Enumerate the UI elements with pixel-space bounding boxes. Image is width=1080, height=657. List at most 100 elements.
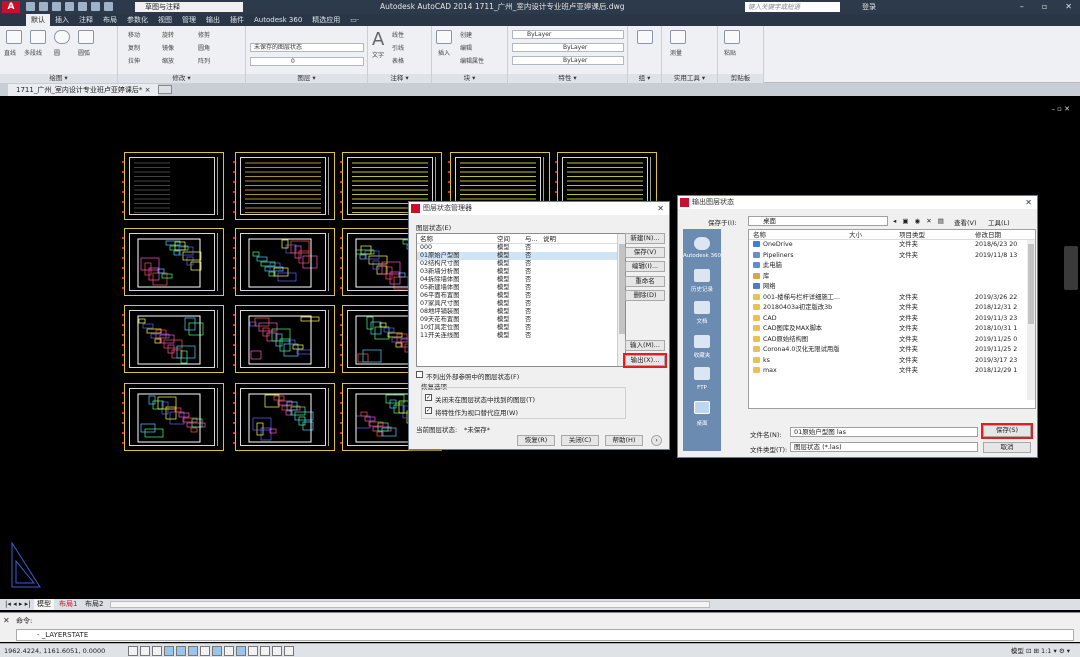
- 3d-osnap-toggle[interactable]: [200, 646, 210, 656]
- file-row[interactable]: CAD图库及MAX脚本 文件夹 2018/10/31 1: [749, 324, 1035, 335]
- delete-state-button[interactable]: 删除(D): [625, 290, 665, 301]
- array-tool[interactable]: 阵列: [198, 56, 210, 65]
- turn-off-checkbox[interactable]: ✓: [425, 394, 432, 401]
- desktop-icon[interactable]: [694, 401, 710, 414]
- col-name[interactable]: 名称: [417, 234, 497, 243]
- col-same[interactable]: 与...: [525, 234, 543, 243]
- place-documents[interactable]: 文档: [683, 317, 721, 325]
- layer-state-row[interactable]: 08地坪铺装图 模型 否: [417, 308, 625, 316]
- layer-state-row[interactable]: 07家具尺寸图 模型 否: [417, 300, 625, 308]
- panel-group-title[interactable]: 组 ▾: [628, 74, 661, 83]
- layer-state-combo[interactable]: 未保存的图层状态: [250, 43, 364, 52]
- panel-annotation-title[interactable]: 注释 ▾: [368, 74, 431, 83]
- horizontal-scrollbar[interactable]: [110, 601, 710, 608]
- text-icon[interactable]: A: [372, 29, 384, 50]
- tools-menu[interactable]: 工具(L): [988, 217, 1010, 227]
- rename-state-button[interactable]: 重命名: [625, 276, 665, 287]
- maximize-button[interactable]: ▫: [1042, 0, 1047, 14]
- file-row[interactable]: 此电脑: [749, 261, 1035, 272]
- file-scroll-thumb[interactable]: [1028, 244, 1034, 324]
- place-autodesk360[interactable]: Autodesk 360: [683, 253, 721, 259]
- file-row[interactable]: CAD原始结构图 文件夹 2019/11/25 0: [749, 335, 1035, 346]
- scale-tool[interactable]: 缩放: [162, 56, 174, 65]
- viewport-override-checkbox[interactable]: ✓: [425, 407, 432, 414]
- workspace-dropdown[interactable]: 草图与注释: [135, 2, 243, 12]
- place-history[interactable]: 历史记录: [683, 285, 721, 293]
- line-icon[interactable]: [6, 30, 22, 44]
- layer-state-row[interactable]: 10灯具定位图 模型 否: [417, 324, 625, 332]
- layer-state-row[interactable]: 11开关连线图 模型 否: [417, 332, 625, 340]
- save-state-button[interactable]: 保存(V): [625, 247, 665, 258]
- layer-states-list[interactable]: 名称 空间 与... 说明 000 模型否 01原始户型图 模型否 02结构尺寸图 模型否…: [416, 233, 626, 367]
- create-block-tool[interactable]: 创建: [460, 30, 472, 39]
- layer-state-row[interactable]: 02结构尺寸图 模型 否: [417, 260, 625, 268]
- paste-icon[interactable]: [724, 30, 740, 44]
- current-layer-combo[interactable]: 0: [250, 57, 364, 66]
- status-right[interactable]: 模型 ⊡ ⊞ 1:1 ▾ ⚙ ▾: [1011, 644, 1070, 657]
- help-button[interactable]: 帮助(H): [605, 435, 643, 446]
- new-tab-button[interactable]: [158, 85, 172, 94]
- layer-state-row[interactable]: 06平面布置图 模型 否: [417, 292, 625, 300]
- qp-toggle[interactable]: [272, 646, 282, 656]
- leader-tool[interactable]: 引线: [392, 43, 404, 52]
- fillet-tool[interactable]: 圆角: [198, 43, 210, 52]
- login-button[interactable]: 登录: [862, 0, 876, 14]
- snap-toggle[interactable]: [140, 646, 150, 656]
- tab-autodesk360[interactable]: Autodesk 360: [249, 14, 307, 26]
- group-icon[interactable]: [637, 30, 653, 44]
- tab-manage[interactable]: 管理: [177, 14, 201, 26]
- xref-checkbox[interactable]: [416, 371, 423, 378]
- file-row[interactable]: 001-楼梯与栏杆详细施工... 文件夹 2019/3/26 22: [749, 293, 1035, 304]
- close-tab-icon[interactable]: ×: [145, 86, 151, 94]
- tab-model[interactable]: 模型: [34, 599, 54, 610]
- edit-block-tool[interactable]: 编辑: [460, 43, 472, 52]
- plot-icon[interactable]: [78, 2, 87, 11]
- document-tab[interactable]: 1711_广州_室内设计专业班卢亚婷课后* ×: [8, 84, 159, 96]
- command-input[interactable]: - _LAYERSTATE: [16, 629, 1074, 641]
- file-row[interactable]: CAD 文件夹 2019/11/3 23: [749, 314, 1035, 325]
- file-row[interactable]: Corona4.0汉化无限试用版 文件夹 2019/11/25 2: [749, 345, 1035, 356]
- file-row[interactable]: 20180403a初定版改3b 文件夹 2018/12/31 2: [749, 303, 1035, 314]
- lineweight-combo[interactable]: ByLayer: [512, 56, 624, 65]
- mirror-tool[interactable]: 镜像: [162, 43, 174, 52]
- col-file-name[interactable]: 名称: [749, 230, 849, 239]
- dyn-toggle[interactable]: [236, 646, 246, 656]
- tab-plugins[interactable]: 插件: [225, 14, 249, 26]
- trim-tool[interactable]: 修剪: [198, 30, 210, 39]
- tab-featured-apps[interactable]: 精选应用: [307, 14, 345, 26]
- file-list[interactable]: 名称 大小 项目类型 修改日期 OneDrive 文件夹 2018/6/23 20 P…: [748, 229, 1036, 409]
- undo-icon[interactable]: [91, 2, 100, 11]
- list-scrollbar[interactable]: [617, 234, 625, 366]
- layer-state-row[interactable]: 09天花布置图 模型 否: [417, 316, 625, 324]
- stretch-tool[interactable]: 拉伸: [128, 56, 140, 65]
- lineweight-toggle[interactable]: [248, 646, 258, 656]
- cancel-button[interactable]: 取消: [983, 442, 1031, 453]
- file-row[interactable]: max 文件夹 2018/12/29 1: [749, 366, 1035, 377]
- polar-toggle[interactable]: [176, 646, 186, 656]
- ftp-icon[interactable]: [694, 367, 710, 380]
- place-ftp[interactable]: FTP: [683, 385, 721, 391]
- close-command-icon[interactable]: ✕: [3, 616, 10, 625]
- close-window-button[interactable]: ✕: [1065, 0, 1072, 14]
- expand-button[interactable]: ›: [651, 435, 662, 446]
- import-button[interactable]: 输入(M)...: [625, 340, 665, 351]
- restore-button[interactable]: 恢复(R): [517, 435, 555, 446]
- tab-insert[interactable]: 插入: [50, 14, 74, 26]
- color-combo[interactable]: ByLayer: [512, 30, 624, 39]
- file-list-scrollbar[interactable]: [1027, 240, 1035, 400]
- infer-toggle[interactable]: [128, 646, 138, 656]
- tab-default[interactable]: 默认: [26, 14, 50, 26]
- tab-output[interactable]: 输出: [201, 14, 225, 26]
- tab-layout2[interactable]: 布局2: [82, 599, 106, 610]
- documents-icon[interactable]: [694, 301, 710, 314]
- file-row[interactable]: 库: [749, 272, 1035, 283]
- layer-state-row[interactable]: 01原始户型图 模型 否: [417, 252, 625, 260]
- file-row[interactable]: Pipeliners 文件夹 2019/11/8 13: [749, 251, 1035, 262]
- sc-toggle[interactable]: [284, 646, 294, 656]
- export-close-icon[interactable]: ✕: [1025, 196, 1032, 209]
- minimize-button[interactable]: –: [1020, 0, 1024, 14]
- export-button[interactable]: 输出(X)...: [623, 353, 667, 368]
- panel-modify-title[interactable]: 修改 ▾: [118, 74, 245, 83]
- views-menu[interactable]: 查看(V): [954, 217, 977, 227]
- help-search-input[interactable]: 键入关键字或短语: [745, 2, 840, 12]
